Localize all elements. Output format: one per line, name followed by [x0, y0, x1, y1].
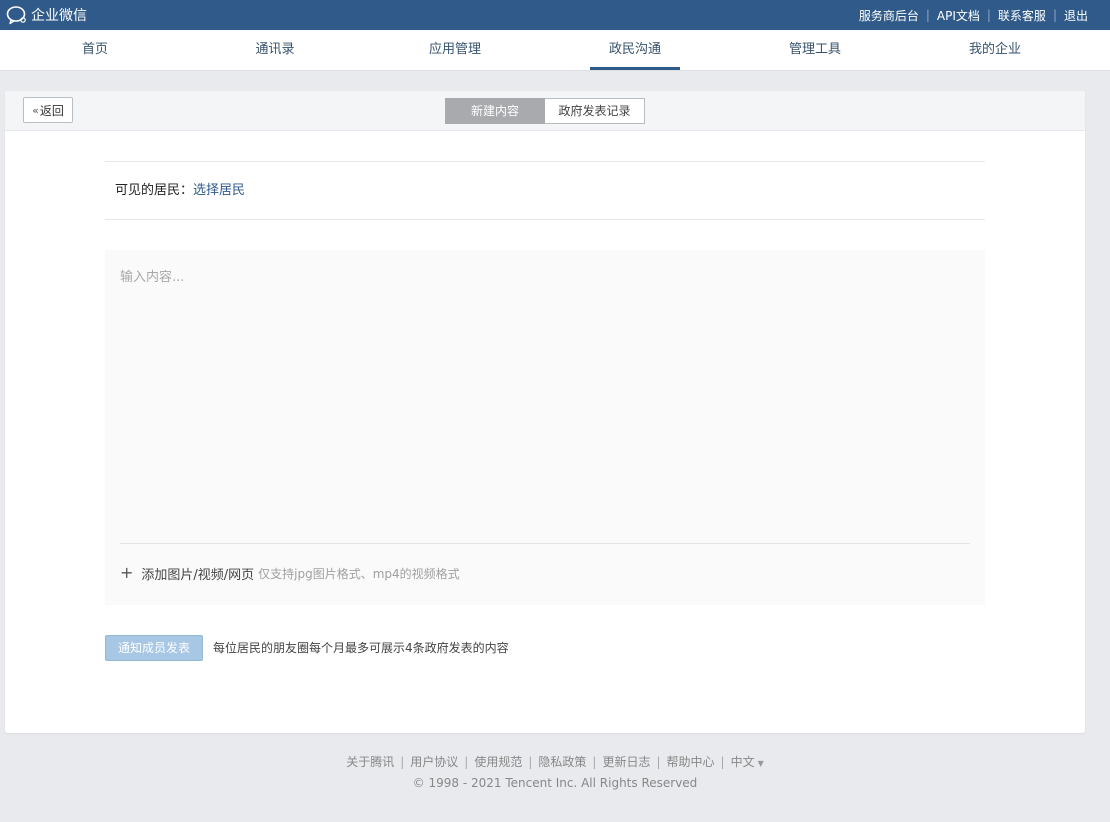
main-nav: 首页 通讯录 应用管理 政民沟通 管理工具 我的企业 [0, 30, 1110, 71]
visible-residents-row: 可见的居民：选择居民 [115, 181, 245, 201]
divider [105, 161, 985, 162]
api-docs-link[interactable]: API文档 [937, 7, 980, 24]
copyright: © 1998 - 2021 Tencent Inc. All Rights Re… [412, 776, 698, 790]
footer-link-about[interactable]: 关于腾讯 [346, 755, 394, 769]
add-media-button[interactable]: + 添加图片/视频/网页 仅支持jpg图片格式、mp4的视频格式 [120, 563, 460, 583]
brand[interactable]: 企业微信 [6, 4, 87, 26]
wecom-logo-icon [6, 6, 26, 25]
separator: | [656, 755, 661, 769]
content-input[interactable] [105, 250, 985, 542]
publish-note: 每位居民的朋友圈每个月最多可展示4条政府发表的内容 [213, 641, 509, 655]
separator: | [925, 8, 930, 22]
back-button[interactable]: « 返回 [23, 97, 73, 123]
plus-icon: + [120, 563, 134, 582]
tab-citizen-communication[interactable]: 政民沟通 [545, 30, 725, 70]
tab-management-tools[interactable]: 管理工具 [725, 30, 905, 70]
tab-app-management[interactable]: 应用管理 [365, 30, 545, 70]
separator: | [720, 755, 725, 769]
language-label: 中文 [730, 755, 755, 769]
content-editor: + 添加图片/视频/网页 仅支持jpg图片格式、mp4的视频格式 [105, 250, 985, 605]
footer-link-help[interactable]: 帮助中心 [667, 755, 715, 769]
top-links: 服务商后台 | API文档 | 联系客服 | 退出 [859, 0, 1088, 30]
separator: | [464, 755, 469, 769]
separator: | [400, 755, 405, 769]
tab-contacts[interactable]: 通讯录 [185, 30, 365, 70]
add-media-label: 添加图片/视频/网页 [141, 567, 255, 583]
segment-new-content[interactable]: 新建内容 [445, 98, 545, 124]
content-card: « 返回 新建内容 政府发表记录 可见的居民：选择居民 + 添加图片/视频/网页… [5, 91, 1085, 733]
footer: 关于腾讯 | 用户协议 | 使用规范 | 隐私政策 | 更新日志 | 帮助中心 | 中文 ▼ © 1998… [0, 752, 1110, 792]
language-selector[interactable]: 中文 ▼ [731, 755, 764, 769]
separator: | [528, 755, 533, 769]
select-residents-link[interactable]: 选择居民 [193, 183, 245, 198]
footer-link-usage-rules[interactable]: 使用规范 [474, 755, 522, 769]
separator: | [1052, 8, 1057, 22]
footer-link-privacy[interactable]: 隐私政策 [538, 755, 586, 769]
service-provider-link[interactable]: 服务商后台 [859, 7, 919, 24]
visible-residents-label: 可见的居民： [115, 183, 194, 198]
footer-links: 关于腾讯 | 用户协议 | 使用规范 | 隐私政策 | 更新日志 | 帮助中心 | 中文 ▼ [0, 752, 1110, 772]
footer-link-changelog[interactable]: 更新日志 [602, 755, 650, 769]
segmented-control: 新建内容 政府发表记录 [445, 98, 645, 124]
separator: | [986, 8, 991, 22]
contact-support-link[interactable]: 联系客服 [998, 7, 1046, 24]
segment-publish-records[interactable]: 政府发表记录 [545, 98, 645, 124]
brand-name: 企业微信 [31, 8, 87, 24]
divider [105, 219, 985, 220]
logout-link[interactable]: 退出 [1064, 7, 1088, 24]
add-media-hint: 仅支持jpg图片格式、mp4的视频格式 [258, 566, 460, 581]
card-header: « 返回 新建内容 政府发表记录 [5, 91, 1085, 131]
notify-publish-button[interactable]: 通知成员发表 [105, 635, 203, 661]
double-chevron-left-icon: « [32, 103, 39, 117]
separator: | [592, 755, 597, 769]
editor-divider [120, 543, 970, 544]
footer-link-user-agreement[interactable]: 用户协议 [410, 755, 458, 769]
top-bar: 企业微信 服务商后台 | API文档 | 联系客服 | 退出 [0, 0, 1110, 30]
tab-my-enterprise[interactable]: 我的企业 [905, 30, 1085, 70]
caret-down-icon: ▼ [757, 759, 764, 768]
tab-home[interactable]: 首页 [5, 30, 185, 70]
back-label: 返回 [39, 103, 64, 118]
